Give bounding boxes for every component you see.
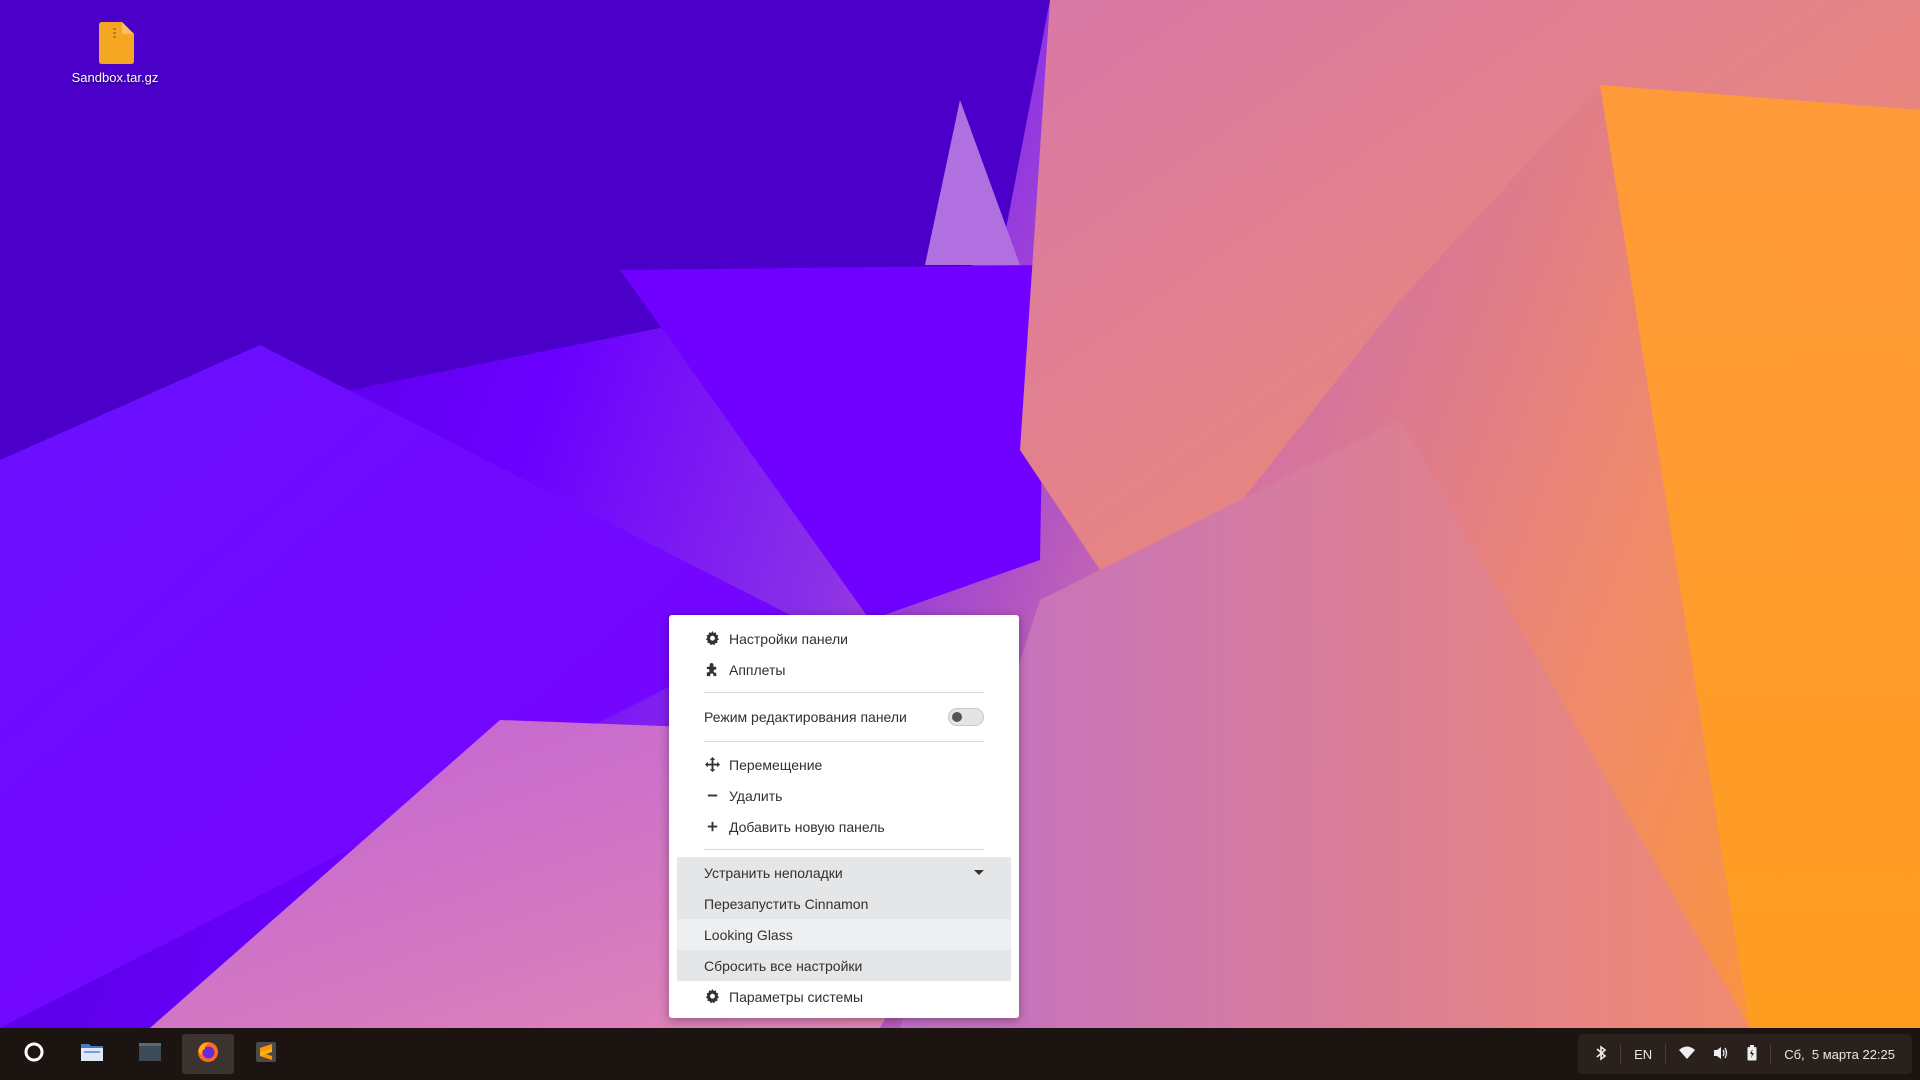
menu-item-label: Перезапустить Cinnamon (704, 895, 869, 912)
menu-item-label: Устранить неполадки (704, 864, 843, 881)
menu-separator (704, 741, 984, 742)
terminal-launcher[interactable] (124, 1034, 176, 1074)
bluetooth-icon (1595, 1044, 1607, 1064)
tray-separator (1665, 1044, 1667, 1064)
system-tray: EN Сб, 5 марта 22:25 (1578, 1034, 1912, 1074)
circle-menu-icon (23, 1041, 45, 1068)
network-applet[interactable] (1670, 1034, 1704, 1074)
menu-item-looking-glass[interactable]: Looking Glass (677, 919, 1011, 950)
menu-item-label: Добавить новую панель (729, 818, 885, 835)
troubleshoot-submenu: Устранить неполадки Перезапустить Cinnam… (677, 857, 1011, 981)
files-launcher[interactable] (66, 1034, 118, 1074)
menu-item-reset-settings[interactable]: Сбросить все настройки (677, 950, 1011, 981)
menu-separator (704, 849, 984, 850)
menu-item-label: Настройки панели (729, 630, 848, 647)
menu-item-applets[interactable]: Апплеты (677, 654, 1011, 685)
gear-icon (704, 988, 721, 1005)
keyboard-layout-applet[interactable]: EN (1625, 1034, 1661, 1074)
desktop[interactable]: Sandbox.tar.gz Настройки панели Апплеты … (0, 0, 1920, 1028)
taskbar-launchers (0, 1028, 298, 1080)
menu-button[interactable] (8, 1034, 60, 1074)
clock-applet[interactable]: Сб, 5 марта 22:25 (1775, 1034, 1904, 1074)
desktop-icon-label: Sandbox.tar.gz (71, 70, 159, 85)
menu-item-label: Параметры системы (729, 988, 864, 1005)
toggle-knob (952, 712, 962, 722)
move-arrows-icon (704, 756, 721, 773)
battery-icon (1747, 1044, 1757, 1064)
sublime-launcher[interactable] (240, 1034, 292, 1074)
firefox-launcher[interactable] (182, 1034, 234, 1074)
puzzle-icon (704, 661, 721, 678)
taskbar: EN Сб, 5 марта 22:25 (0, 1028, 1920, 1080)
menu-item-label: Перемещение (729, 756, 823, 773)
menu-item-troubleshoot[interactable]: Устранить неполадки (677, 857, 1011, 888)
sound-applet[interactable] (1704, 1034, 1738, 1074)
bluetooth-applet[interactable] (1586, 1034, 1616, 1074)
edit-mode-toggle[interactable] (948, 708, 984, 726)
tray-separator (1770, 1044, 1772, 1064)
tray-separator (1620, 1044, 1622, 1064)
menu-item-label: Удалить (729, 787, 783, 804)
sublime-text-icon (254, 1040, 278, 1069)
menu-item-label: Апплеты (729, 661, 786, 678)
folder-icon (80, 1041, 104, 1068)
menu-item-system-settings[interactable]: Параметры системы (677, 981, 1011, 1012)
minus-icon (704, 787, 721, 804)
menu-item-remove[interactable]: Удалить (677, 780, 1011, 811)
desktop-icon-sandbox[interactable]: Sandbox.tar.gz (60, 22, 170, 85)
menu-item-edit-mode[interactable]: Режим редактирования панели (677, 700, 1011, 734)
menu-item-label: Сбросить все настройки (704, 957, 863, 974)
firefox-icon (196, 1040, 220, 1069)
volume-icon (1713, 1046, 1729, 1063)
gear-icon (704, 630, 721, 647)
menu-separator (704, 692, 984, 693)
plus-icon (704, 818, 721, 835)
menu-item-panel-settings[interactable]: Настройки панели (677, 623, 1011, 654)
archive-file-icon (96, 22, 134, 64)
menu-item-label: Режим редактирования панели (704, 709, 907, 725)
menu-item-move[interactable]: Перемещение (677, 749, 1011, 780)
power-applet[interactable] (1738, 1034, 1766, 1074)
terminal-icon (138, 1041, 162, 1068)
panel-context-menu: Настройки панели Апплеты Режим редактиро… (669, 615, 1019, 1018)
chevron-down-icon (974, 870, 984, 875)
menu-item-add-panel[interactable]: Добавить новую панель (677, 811, 1011, 842)
wifi-icon (1679, 1046, 1696, 1063)
menu-item-label: Looking Glass (704, 926, 793, 943)
menu-item-restart-cinnamon[interactable]: Перезапустить Cinnamon (677, 888, 1011, 919)
